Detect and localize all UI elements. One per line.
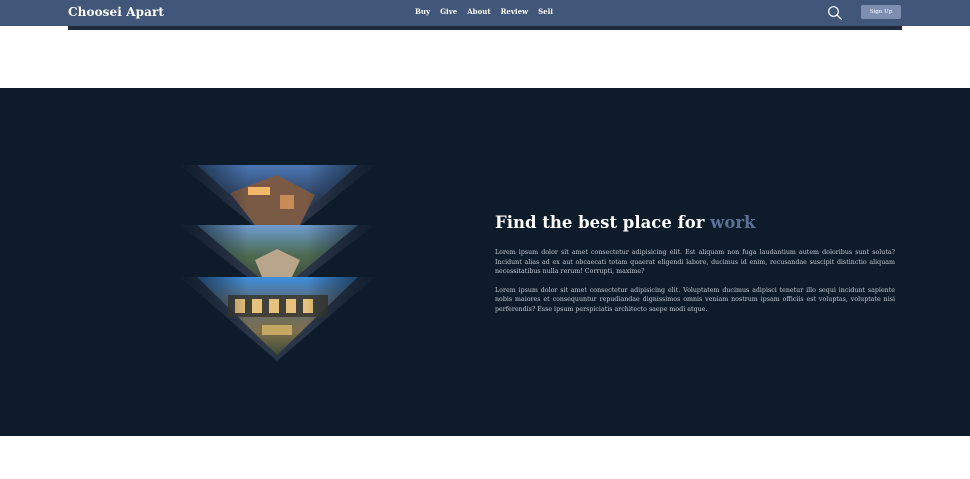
- nav-link-give[interactable]: Give: [440, 7, 457, 16]
- hero-heading: Find the best place for work: [495, 213, 895, 233]
- hero-paragraph-2: Lorem ipsum dolor sit amet consectetur a…: [495, 286, 895, 313]
- top-navbar: Choosei Apart Buy Give About Review Sell…: [0, 0, 970, 26]
- nav-link-review[interactable]: Review: [501, 7, 528, 16]
- hero-text-block: Find the best place for work Lorem ipsum…: [495, 213, 895, 315]
- main-nav: Buy Give About Review Sell: [415, 7, 563, 16]
- nav-link-sell[interactable]: Sell: [538, 7, 553, 16]
- sign-up-button[interactable]: Sign Up: [861, 5, 901, 19]
- search-icon[interactable]: [827, 5, 843, 21]
- stacked-triangle-house-images: [180, 165, 375, 361]
- hero-paragraph-1: Lorem ipsum dolor sit amet consectetur a…: [495, 249, 895, 276]
- hero-heading-main: Find the best place for: [495, 213, 711, 232]
- brand-logo-text[interactable]: Choosei Apart: [68, 5, 164, 19]
- nav-link-about[interactable]: About: [467, 7, 490, 16]
- hero-section: Find the best place for work Lorem ipsum…: [0, 88, 970, 436]
- hero-heading-accent: work: [710, 213, 756, 232]
- nav-link-buy[interactable]: Buy: [415, 7, 430, 16]
- header-underline-bar: [68, 26, 902, 30]
